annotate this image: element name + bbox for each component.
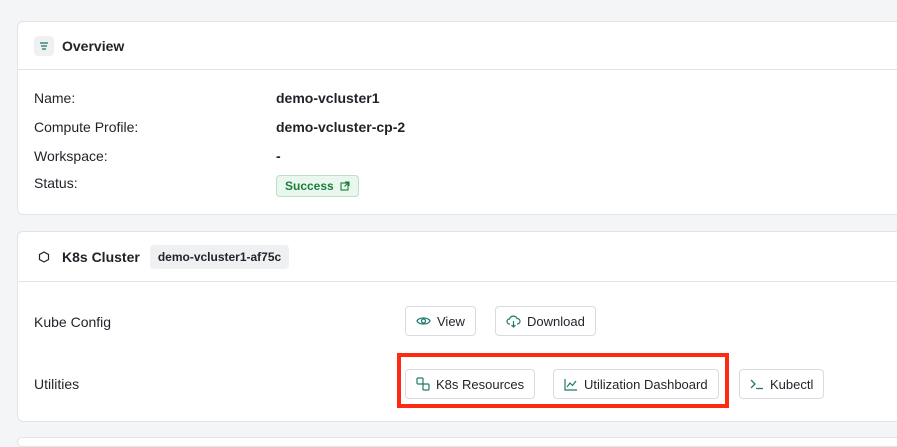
field-workspace: Workspace: - <box>34 148 281 164</box>
k8s-resources-label: K8s Resources <box>436 376 525 392</box>
terminal-icon <box>750 379 763 390</box>
kube-config-row: Kube Config <box>34 314 111 330</box>
field-label: Name: <box>34 90 76 106</box>
resources-icon <box>416 377 430 391</box>
cloud-download-icon <box>506 315 521 328</box>
field-name: Name: demo-vcluster1 <box>34 90 379 106</box>
list-icon <box>34 35 54 56</box>
field-label: Compute Profile: <box>34 119 139 135</box>
kube-config-label: Kube Config <box>34 314 112 330</box>
overview-card: Overview Name: demo-vcluster1 Compute Pr… <box>17 21 897 215</box>
utilities-row: Utilities <box>34 376 79 392</box>
eye-icon <box>416 317 431 325</box>
hexagon-icon <box>34 247 54 267</box>
utilization-dashboard-button[interactable]: Utilization Dashboard <box>553 369 719 399</box>
k8s-resources-button[interactable]: K8s Resources <box>405 369 536 399</box>
overview-title: Overview <box>62 37 125 54</box>
field-label: Status: <box>34 175 78 191</box>
view-label: View <box>437 313 465 329</box>
kubectl-button[interactable]: Kubectl <box>739 369 825 399</box>
field-value: - <box>276 148 281 164</box>
field-value: demo-vcluster1 <box>276 90 380 106</box>
external-link-icon <box>340 181 350 191</box>
download-label: Download <box>527 313 585 329</box>
utilities-label: Utilities <box>34 376 80 392</box>
line-chart-icon <box>564 378 577 391</box>
overview-header: Overview <box>18 22 897 70</box>
next-card <box>17 437 897 447</box>
download-button[interactable]: Download <box>495 306 596 336</box>
utilization-dashboard-label: Utilization Dashboard <box>584 376 708 392</box>
view-button[interactable]: View <box>405 306 476 336</box>
field-label: Workspace: <box>34 148 108 164</box>
k8s-cluster-title: K8s Cluster <box>62 248 140 265</box>
cluster-name-chip: demo-vcluster1-af75c <box>149 244 290 269</box>
field-value: demo-vcluster-cp-2 <box>276 119 406 135</box>
status-text: Success <box>285 179 334 193</box>
k8s-cluster-header: K8s Cluster demo-vcluster1-af75c <box>18 232 897 282</box>
field-status: Status: Success <box>34 175 359 197</box>
field-compute-profile: Compute Profile: demo-vcluster-cp-2 <box>34 119 405 135</box>
kubectl-label: Kubectl <box>770 376 814 392</box>
status-badge[interactable]: Success <box>276 175 359 197</box>
